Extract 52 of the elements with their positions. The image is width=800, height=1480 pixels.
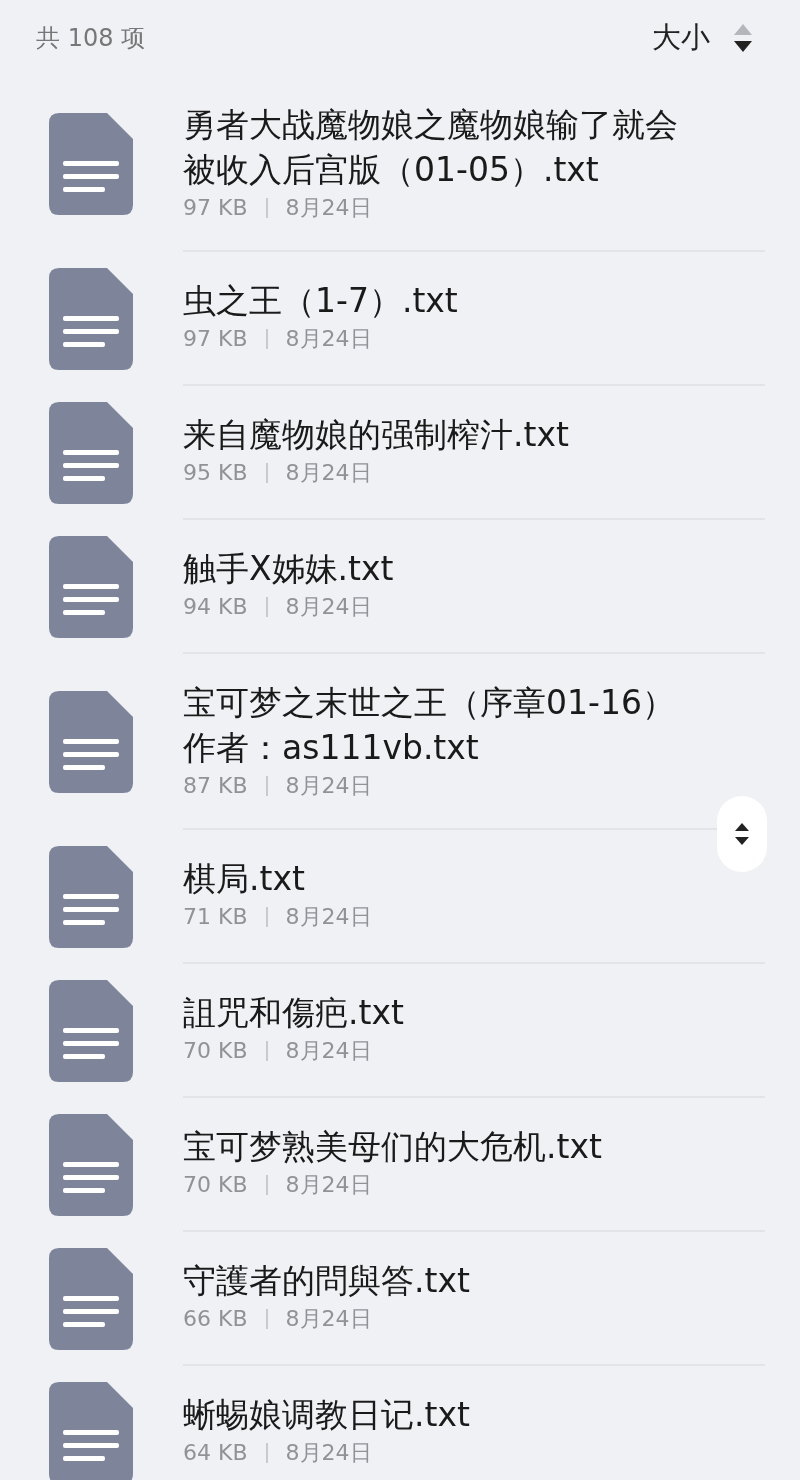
file-date: 8月24日 bbox=[285, 1037, 372, 1065]
up-down-arrows-icon bbox=[734, 821, 750, 847]
file-row[interactable]: 勇者大战魔物娘之魔物娘输了就会被收入后宫版（01-05）.txt 97 KB 8月24日 bbox=[0, 76, 800, 252]
text-file-icon bbox=[49, 980, 133, 1082]
file-size: 64 KB bbox=[183, 1439, 248, 1467]
file-name: 守護者的問與答.txt bbox=[183, 1260, 471, 1302]
file-row[interactable]: 蜥蜴娘调教日记.txt 64 KB 8月24日 bbox=[0, 1366, 800, 1480]
file-row[interactable]: 来自魔物娘的强制榨汁.txt 95 KB 8月24日 bbox=[0, 386, 800, 520]
file-date: 8月24日 bbox=[285, 903, 372, 931]
text-file-icon bbox=[49, 1248, 133, 1350]
file-date: 8月24日 bbox=[285, 772, 372, 800]
file-row[interactable]: 守護者的問與答.txt 66 KB 8月24日 bbox=[0, 1232, 800, 1366]
sort-button[interactable]: 大小 bbox=[652, 18, 754, 58]
file-size: 94 KB bbox=[183, 593, 248, 621]
file-name: 勇者大战魔物娘之魔物娘输了就会被收入后宫版（01-05）.txt bbox=[183, 104, 679, 191]
file-size: 70 KB bbox=[183, 1171, 248, 1199]
file-name: 虫之王（1-7）.txt bbox=[183, 280, 459, 322]
file-name: 来自魔物娘的强制榨汁.txt bbox=[183, 414, 570, 456]
file-row[interactable]: 詛咒和傷疤.txt 70 KB 8月24日 bbox=[0, 964, 800, 1098]
text-file-icon bbox=[49, 846, 133, 948]
file-name: 宝可梦之末世之王（序章01-16）作者：as111vb.txt bbox=[183, 682, 676, 769]
file-name: 棋局.txt bbox=[183, 858, 306, 900]
file-row[interactable]: 虫之王（1-7）.txt 97 KB 8月24日 bbox=[0, 252, 800, 386]
text-file-icon bbox=[49, 268, 133, 370]
file-date: 8月24日 bbox=[285, 1171, 372, 1199]
file-name: 詛咒和傷疤.txt bbox=[183, 992, 405, 1034]
file-date: 8月24日 bbox=[285, 1439, 372, 1467]
file-date: 8月24日 bbox=[285, 325, 372, 353]
text-file-icon bbox=[49, 691, 133, 793]
file-row[interactable]: 触手X姊妹.txt 94 KB 8月24日 bbox=[0, 520, 800, 654]
item-count: 共 108 项 bbox=[36, 23, 146, 54]
file-date: 8月24日 bbox=[285, 459, 372, 487]
file-row[interactable]: 宝可梦熟美母们的大危机.txt 70 KB 8月24日 bbox=[0, 1098, 800, 1232]
text-file-icon bbox=[49, 1382, 133, 1480]
file-name: 宝可梦熟美母们的大危机.txt bbox=[183, 1126, 603, 1168]
file-size: 97 KB bbox=[183, 194, 248, 222]
file-date: 8月24日 bbox=[285, 593, 372, 621]
file-size: 71 KB bbox=[183, 903, 248, 931]
file-name: 蜥蜴娘调教日记.txt bbox=[183, 1394, 471, 1436]
text-file-icon bbox=[49, 113, 133, 215]
file-size: 97 KB bbox=[183, 325, 248, 353]
file-size: 95 KB bbox=[183, 459, 248, 487]
file-size: 66 KB bbox=[183, 1305, 248, 1333]
scroll-handle[interactable] bbox=[717, 796, 767, 872]
file-name: 触手X姊妹.txt bbox=[183, 548, 395, 590]
text-file-icon bbox=[49, 536, 133, 638]
text-file-icon bbox=[49, 1114, 133, 1216]
file-size: 87 KB bbox=[183, 772, 248, 800]
text-file-icon bbox=[49, 402, 133, 504]
file-size: 70 KB bbox=[183, 1037, 248, 1065]
file-date: 8月24日 bbox=[285, 194, 372, 222]
file-date: 8月24日 bbox=[285, 1305, 372, 1333]
